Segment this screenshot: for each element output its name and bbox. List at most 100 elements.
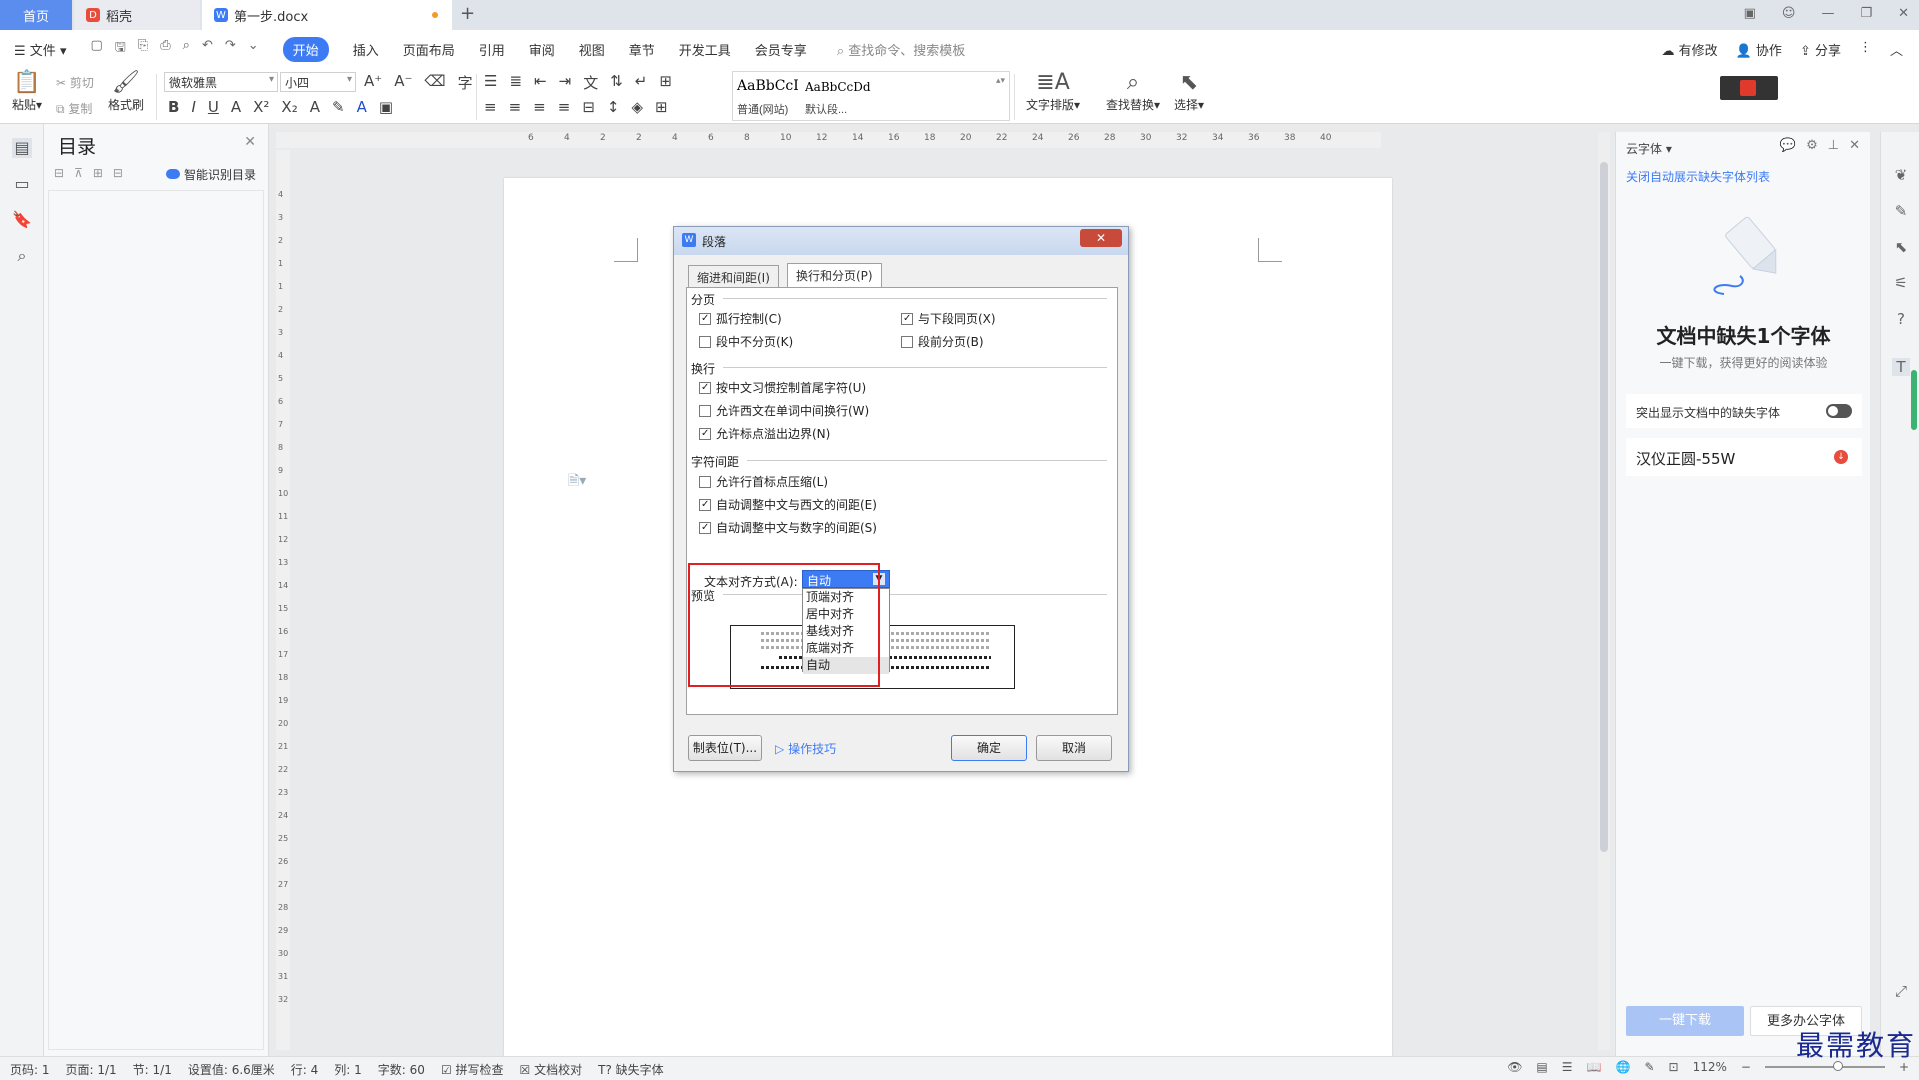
eye-icon[interactable]: 👁	[1507, 1060, 1522, 1074]
export-icon[interactable]: ⎘	[138, 38, 148, 60]
decrease-indent-icon[interactable]: ⇤	[534, 72, 547, 93]
print-preview-icon[interactable]: ⌕	[183, 38, 190, 60]
copy-button[interactable]: ⧉ 复制	[56, 100, 92, 117]
style-icon[interactable]: ❦	[1892, 166, 1910, 184]
bookmark-icon[interactable]: 🔖	[12, 210, 32, 230]
toc-nav-icon[interactable]: ▤	[12, 138, 32, 158]
proofread-button[interactable]: ☒ 文档校对	[520, 1061, 583, 1078]
justify-icon[interactable]: ≡	[558, 98, 571, 116]
remove-level-icon[interactable]: ⊟	[113, 166, 123, 180]
style-normal-web[interactable]: AaBbCcI 普通(网站)	[733, 72, 801, 120]
ok-button[interactable]: 确定	[951, 735, 1027, 761]
chapter-nav-icon[interactable]: ▭	[12, 174, 32, 194]
pen-icon[interactable]: ✎	[1892, 202, 1910, 220]
close-icon[interactable]: ✕	[1849, 138, 1860, 153]
distribute-icon[interactable]: ⊟	[582, 98, 595, 116]
share-button[interactable]: ⇪ 分享	[1800, 40, 1841, 59]
collab-button[interactable]: 👤 协作	[1736, 40, 1782, 59]
keep-with-next-checkbox[interactable]: 与下段同页(X)	[901, 310, 996, 327]
page-break-before-checkbox[interactable]: 段前分页(B)	[901, 333, 984, 350]
clear-format-icon[interactable]: ⌫	[424, 72, 445, 93]
underline-button[interactable]: U	[208, 98, 219, 116]
show-marks-icon[interactable]: ↵	[635, 72, 648, 93]
dialog-close-button[interactable]: ✕	[1080, 229, 1122, 247]
align-option-top[interactable]: 顶端对齐	[803, 589, 889, 606]
menu-start[interactable]: 开始	[282, 36, 329, 62]
italic-button[interactable]: I	[191, 98, 195, 116]
page-view-icon[interactable]: ▤	[1536, 1060, 1547, 1074]
bullet-list-icon[interactable]: ☰	[484, 72, 497, 93]
select-cursor-icon[interactable]: ⬉	[1892, 238, 1910, 256]
more-icon[interactable]: ⋮	[1859, 40, 1872, 59]
align-left-icon[interactable]: ≡	[484, 98, 497, 116]
align-option-bottom[interactable]: 底端对齐	[803, 640, 889, 657]
expand-all-icon[interactable]: ⊟	[54, 166, 64, 180]
shrink-font-icon[interactable]: A⁻	[394, 72, 412, 93]
subscript-icon[interactable]: X₂	[281, 98, 297, 116]
document-scrollbar[interactable]	[1598, 132, 1610, 1050]
menu-review[interactable]: 审阅	[529, 40, 555, 59]
cn-line-rules-checkbox[interactable]: 按中文习惯控制首尾字符(U)	[699, 379, 866, 396]
text-effect-icon[interactable]: A	[231, 98, 241, 116]
menu-member[interactable]: 会员专享	[755, 40, 807, 59]
chat-icon[interactable]: 💬	[1780, 138, 1796, 153]
page-count[interactable]: 页面: 1/1	[66, 1061, 117, 1078]
font-size-select[interactable]: 小四	[280, 72, 356, 92]
outline-view-icon[interactable]: ☰	[1562, 1060, 1573, 1074]
close-window-button[interactable]: ✕	[1898, 6, 1909, 21]
highlight-icon[interactable]: ✎	[332, 98, 345, 116]
tab-line-page-breaks[interactable]: 换行和分页(P)	[787, 263, 882, 287]
reading-view-icon[interactable]: 📖	[1587, 1060, 1602, 1074]
table-tools-icon[interactable]: ⊞	[659, 72, 672, 93]
zoom-level[interactable]: 112%	[1693, 1060, 1727, 1074]
minimize-button[interactable]: —	[1821, 6, 1834, 21]
cn-layout-icon[interactable]: 文	[583, 72, 598, 93]
zoom-slider[interactable]	[1764, 1061, 1885, 1071]
tab-indent-spacing[interactable]: 缩进和间距(I)	[688, 265, 779, 287]
superscript-icon[interactable]: X²	[253, 98, 269, 116]
page-number[interactable]: 页码: 1	[10, 1061, 50, 1078]
command-search[interactable]: ⌕ 查找命令、搜索模板	[837, 40, 965, 59]
cut-button[interactable]: ✂ 剪切	[56, 74, 94, 91]
collapse-icon[interactable]: ⊼	[74, 166, 83, 180]
char-shading-icon[interactable]: A	[310, 98, 320, 116]
avatar[interactable]: ☺	[1782, 6, 1796, 21]
download-font-icon[interactable]: ↓	[1834, 450, 1848, 464]
text-align-select[interactable]: 自动	[802, 570, 890, 588]
add-level-icon[interactable]: ⊞	[93, 166, 103, 180]
horizontal-ruler[interactable]: 6 4 2 2 4 6 8 10 12 14 16 18 20 22 24 26 28 30 32 34 36 38 40	[276, 132, 1381, 148]
gallery-scroll-icon[interactable]: ▴▾	[996, 76, 1005, 86]
cloud-font-dropdown[interactable]: 云字体 ▾	[1626, 140, 1672, 157]
word-wrap-checkbox[interactable]: 允许西文在单词中间换行(W)	[699, 402, 869, 419]
expand-icon[interactable]: ⤢	[1892, 982, 1910, 1000]
cancel-button[interactable]: 取消	[1036, 735, 1112, 761]
collapse-ribbon-icon[interactable]: ︿	[1890, 40, 1903, 59]
gear-icon[interactable]: ⚙	[1806, 138, 1818, 153]
phonetic-icon[interactable]: 字	[458, 72, 473, 93]
tab-stops-button[interactable]: 制表位(T)...	[688, 735, 762, 761]
scrollbar-thumb[interactable]	[1600, 162, 1608, 852]
align-right-icon[interactable]: ≡	[533, 98, 546, 116]
highlight-missing-toggle[interactable]	[1826, 404, 1852, 418]
tab-docer[interactable]: D 稻壳	[74, 0, 200, 30]
print-icon[interactable]: ⎙	[160, 38, 170, 60]
pen-mode-icon[interactable]: ✎	[1644, 1060, 1654, 1074]
tab-document[interactable]: W 第一步.docx	[202, 0, 452, 30]
text-layout-button[interactable]: ≣A 文字排版▾	[1026, 70, 1080, 113]
web-view-icon[interactable]: 🌐	[1615, 1060, 1630, 1074]
punctuation-overflow-checkbox[interactable]: 允许标点溢出边界(N)	[699, 425, 830, 442]
auto-space-cn-en-checkbox[interactable]: 自动调整中文与西文的间距(E)	[699, 496, 877, 513]
menu-developer[interactable]: 开发工具	[679, 40, 731, 59]
font-name-select[interactable]: 微软雅黑	[164, 72, 278, 92]
font-panel-icon[interactable]: T	[1892, 358, 1910, 376]
align-option-center[interactable]: 居中对齐	[803, 606, 889, 623]
align-option-baseline[interactable]: 基线对齐	[803, 623, 889, 640]
close-auto-list-link[interactable]: 关闭自动展示缺失字体列表	[1626, 168, 1770, 185]
modified-button[interactable]: ☁ 有修改	[1661, 40, 1717, 59]
spell-check-button[interactable]: ☑ 拼写检查	[441, 1061, 504, 1078]
pin-icon[interactable]: ⊥	[1828, 138, 1839, 153]
grow-font-icon[interactable]: A⁺	[364, 72, 382, 93]
wps-logo[interactable]	[1720, 76, 1778, 100]
restore-button[interactable]: ❐	[1860, 6, 1872, 21]
add-tab-button[interactable]: +	[460, 3, 475, 24]
